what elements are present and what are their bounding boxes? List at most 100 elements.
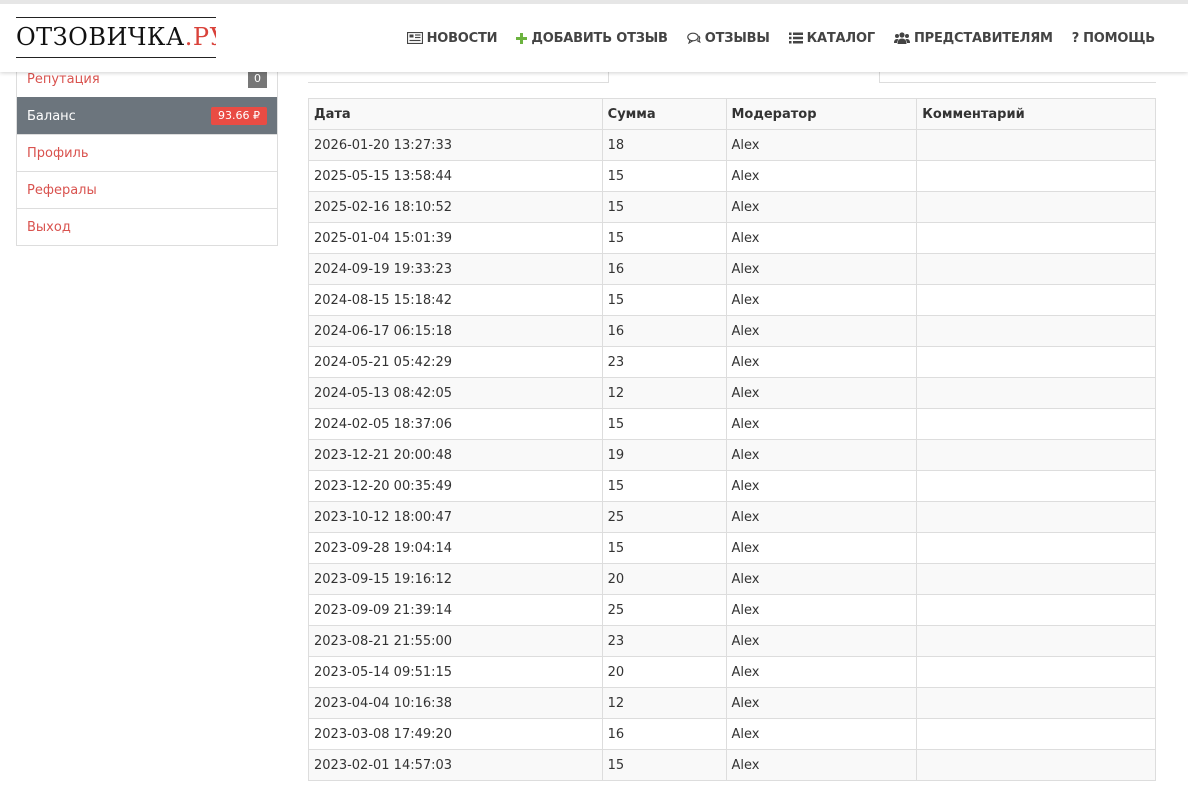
nav-reviews-label: ОТЗЫВЫ [704,30,770,46]
cell-moderator: Alex [725,253,918,285]
sidebar-item-label: Рефералы [27,182,97,198]
sidebar-item-label: Выход [27,219,71,235]
table-row: 2023-09-09 21:39:14 25 Alex [308,594,1156,626]
main-nav: НОВОСТИ ДОБАВИТЬ ОТЗЫВ ОТЗЫВЫ КАТАЛОГ ПР… [406,26,1155,50]
nav-representatives[interactable]: ПРЕДСТАВИТЕЛЯМ [893,31,1053,46]
table-row: 2023-09-28 19:04:14 15 Alex [308,532,1156,564]
logo-accent: .РУ [184,23,216,51]
nav-help[interactable]: ? ПОМОЩЬ [1072,31,1155,46]
column-header-date: Дата [308,98,603,130]
cell-moderator: Alex [725,656,918,688]
cell-date: 2024-05-13 08:42:05 [308,377,603,409]
table-row: 2023-05-14 09:51:15 20 Alex [308,656,1156,688]
cell-comment [916,222,1156,254]
table-row: 2023-02-01 14:57:03 15 Alex [308,749,1156,781]
cell-date: 2024-06-17 06:15:18 [308,315,603,347]
cell-comment [916,346,1156,378]
cell-moderator: Alex [725,718,918,750]
sidebar-item-logout[interactable]: Выход [17,208,277,245]
cell-date: 2024-02-05 18:37:06 [308,408,603,440]
table-row: 2023-03-08 17:49:20 16 Alex [308,718,1156,750]
cell-moderator: Alex [725,563,918,595]
cell-amount: 15 [601,160,727,192]
cell-amount: 19 [601,439,727,471]
table-row: 2025-02-16 18:10:52 15 Alex [308,191,1156,223]
cell-date: 2026-01-20 13:27:33 [308,129,603,161]
cell-moderator: Alex [725,346,918,378]
cell-comment [916,501,1156,533]
sidebar-item-referrals[interactable]: Рефералы [17,171,277,208]
sidebar-item-profile[interactable]: Профиль [17,134,277,171]
table-row: 2024-08-15 15:18:42 15 Alex [308,284,1156,316]
cell-moderator: Alex [725,222,918,254]
cell-comment [916,718,1156,750]
nav-add-review[interactable]: ДОБАВИТЬ ОТЗЫВ [516,31,668,46]
nav-catalog-label: КАТАЛОГ [806,30,876,46]
cell-comment [916,253,1156,285]
sidebar-item-label: Профиль [27,145,89,161]
cell-amount: 15 [601,470,727,502]
cell-moderator: Alex [725,594,918,626]
cell-date: 2024-09-19 19:33:23 [308,253,603,285]
cell-date: 2025-05-15 13:58:44 [308,160,603,192]
cell-date: 2023-10-12 18:00:47 [308,501,603,533]
sidebar-item-label: Репутация [27,71,100,87]
comments-icon [686,32,701,44]
cell-date: 2024-08-15 15:18:42 [308,284,603,316]
cell-date: 2023-03-08 17:49:20 [308,718,603,750]
cell-comment [916,532,1156,564]
cell-amount: 15 [601,532,727,564]
table-row: 2023-09-15 19:16:12 20 Alex [308,563,1156,595]
cell-date: 2023-12-20 00:35:49 [308,470,603,502]
nav-reviews[interactable]: ОТЗЫВЫ [686,30,770,46]
cell-comment [916,439,1156,471]
cell-date: 2023-09-09 21:39:14 [308,594,603,626]
column-header-moderator: Модератор [725,98,918,130]
cell-moderator: Alex [725,160,918,192]
cell-amount: 25 [601,501,727,533]
cell-amount: 18 [601,129,727,161]
table-row: 2023-12-21 20:00:48 19 Alex [308,439,1156,471]
cell-amount: 20 [601,563,727,595]
nav-news[interactable]: НОВОСТИ [406,30,498,46]
cell-comment [916,749,1156,781]
cell-date: 2023-09-28 19:04:14 [308,532,603,564]
site-logo[interactable]: ОТЗОВИЧКА.РУ [16,17,216,58]
cell-moderator: Alex [725,501,918,533]
cell-amount: 15 [601,222,727,254]
table-row: 2023-08-21 21:55:00 23 Alex [308,625,1156,657]
cell-amount: 15 [601,191,727,223]
sidebar-item-balance[interactable]: Баланс 93.66 ₽ [17,97,277,134]
cell-date: 2025-02-16 18:10:52 [308,191,603,223]
nav-catalog[interactable]: КАТАЛОГ [788,30,876,46]
cell-moderator: Alex [725,687,918,719]
balance-badge: 93.66 ₽ [211,107,267,125]
table-row: 2023-10-12 18:00:47 25 Alex [308,501,1156,533]
cell-moderator: Alex [725,532,918,564]
nav-news-label: НОВОСТИ [426,30,498,46]
cell-date: 2023-12-21 20:00:48 [308,439,603,471]
cell-date: 2023-04-04 10:16:38 [308,687,603,719]
table-row: 2024-02-05 18:37:06 15 Alex [308,408,1156,440]
tab-strip [308,70,1156,84]
cell-comment [916,470,1156,502]
cell-date: 2025-01-04 15:01:39 [308,222,603,254]
cell-moderator: Alex [725,470,918,502]
table-row: 2024-06-17 06:15:18 16 Alex [308,315,1156,347]
table-row: 2025-05-15 13:58:44 15 Alex [308,160,1156,192]
cell-date: 2024-05-21 05:42:29 [308,346,603,378]
cell-moderator: Alex [725,377,918,409]
cell-amount: 23 [601,346,727,378]
cell-comment [916,284,1156,316]
cell-amount: 20 [601,656,727,688]
list-icon [788,32,803,44]
column-header-amount: Сумма [601,98,727,130]
table-row: 2024-05-13 08:42:05 12 Alex [308,377,1156,409]
table-row: 2026-01-20 13:27:33 18 Alex [308,129,1156,161]
cell-amount: 16 [601,315,727,347]
cell-moderator: Alex [725,749,918,781]
table-row: 2024-09-19 19:33:23 16 Alex [308,253,1156,285]
reputation-badge: 0 [248,70,267,88]
cell-comment [916,191,1156,223]
cell-moderator: Alex [725,129,918,161]
